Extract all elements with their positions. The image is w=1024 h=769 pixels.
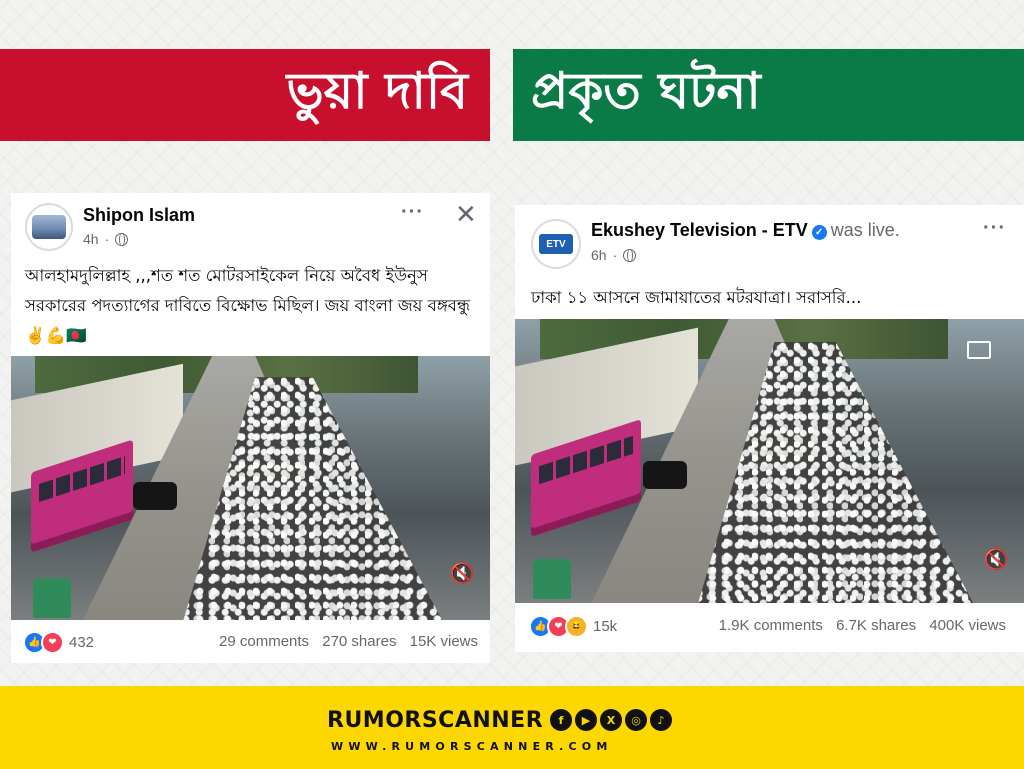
mute-icon[interactable]: 🔇 xyxy=(983,547,1009,571)
video-car xyxy=(643,461,687,489)
actual-event-label: প্রকৃত ঘটনা xyxy=(531,61,761,120)
comments-count[interactable]: 1.9K comments xyxy=(719,617,823,634)
picture-in-picture-icon[interactable] xyxy=(967,341,991,359)
reaction-count: 432 xyxy=(69,634,95,651)
post-time[interactable]: 6h xyxy=(591,247,607,263)
youtube-icon[interactable]: ▶ xyxy=(575,709,597,731)
fake-claim-label: ভুয়া দাবি xyxy=(286,61,468,120)
love-icon: ❤ xyxy=(41,631,64,654)
views-count: 15K views xyxy=(409,633,478,650)
video-car xyxy=(133,482,177,510)
close-icon[interactable]: ✕ xyxy=(455,199,477,230)
post-stats: 1.9K comments 6.7K shares 400K views xyxy=(719,617,1006,634)
shares-count[interactable]: 6.7K shares xyxy=(836,617,916,634)
author-name[interactable]: Shipon Islam xyxy=(83,205,195,226)
more-options-icon[interactable]: ··· xyxy=(401,201,424,224)
tiktok-icon[interactable]: ♪ xyxy=(650,709,672,731)
fake-claim-post: Shipon Islam 4h · ··· ✕ আলহামদুলিল্লাহ ,… xyxy=(11,193,490,663)
x-icon[interactable]: X xyxy=(600,709,622,731)
mute-icon[interactable]: 🔇 xyxy=(449,561,475,585)
reactions-summary[interactable]: 👍 ❤ 😆 15k xyxy=(529,615,617,638)
comments-count[interactable]: 29 comments xyxy=(219,633,309,650)
instagram-icon[interactable]: ◎ xyxy=(625,709,647,731)
post-time[interactable]: 4h xyxy=(83,231,99,247)
post-text[interactable]: ঢাকা ১১ আসনে জামায়াতের মটরযাত্রা। সরাসর… xyxy=(531,283,1011,313)
brand-logo: RUMORSCANNER xyxy=(327,708,544,733)
website-url[interactable]: WWW.RUMORSCANNER.COM xyxy=(331,740,613,753)
views-count: 400K views xyxy=(929,617,1006,634)
author-avatar[interactable]: ETV xyxy=(531,219,581,269)
footer-bar: RUMORSCANNER f ▶ X ◎ ♪ WWW.RUMORSCANNER.… xyxy=(0,686,1024,769)
author-name[interactable]: Ekushey Television - ETV xyxy=(591,220,808,240)
social-icons: f ▶ X ◎ ♪ xyxy=(550,709,672,731)
post-meta: 6h · xyxy=(591,247,637,263)
video-rickshaw xyxy=(533,559,571,599)
actual-event-post: ETV Ekushey Television - ETV ✓ was live. 6… xyxy=(515,205,1024,652)
live-status: was live. xyxy=(830,220,900,240)
globe-icon xyxy=(623,248,637,262)
post-text: আলহামদুলিল্লাহ ,,,শত শত মোটরসাইকেল নিয়ে… xyxy=(25,266,471,345)
actual-event-banner: প্রকৃত ঘটনা xyxy=(513,49,1024,141)
post-stats: 29 comments 270 shares 15K views xyxy=(219,633,478,650)
video-rickshaw xyxy=(33,578,71,618)
fake-claim-banner: ভুয়া দাবি xyxy=(0,49,490,141)
post-video[interactable]: 🔇 xyxy=(11,356,490,620)
facebook-icon[interactable]: f xyxy=(550,709,572,731)
globe-icon xyxy=(115,232,129,246)
verified-icon: ✓ xyxy=(811,225,827,240)
etv-logo: ETV xyxy=(539,234,573,254)
post-meta: 4h · xyxy=(83,231,129,247)
shares-count[interactable]: 270 shares xyxy=(322,633,396,650)
author-header: Ekushey Television - ETV ✓ was live. xyxy=(591,220,900,241)
avatar-image xyxy=(32,215,66,239)
post-video[interactable]: 🔇 xyxy=(515,319,1024,603)
author-avatar[interactable] xyxy=(25,203,73,251)
haha-icon: 😆 xyxy=(565,615,588,638)
reaction-count: 15k xyxy=(593,618,618,635)
more-options-icon[interactable]: ··· xyxy=(983,217,1006,240)
reactions-summary[interactable]: 👍 ❤ 432 xyxy=(23,631,94,654)
